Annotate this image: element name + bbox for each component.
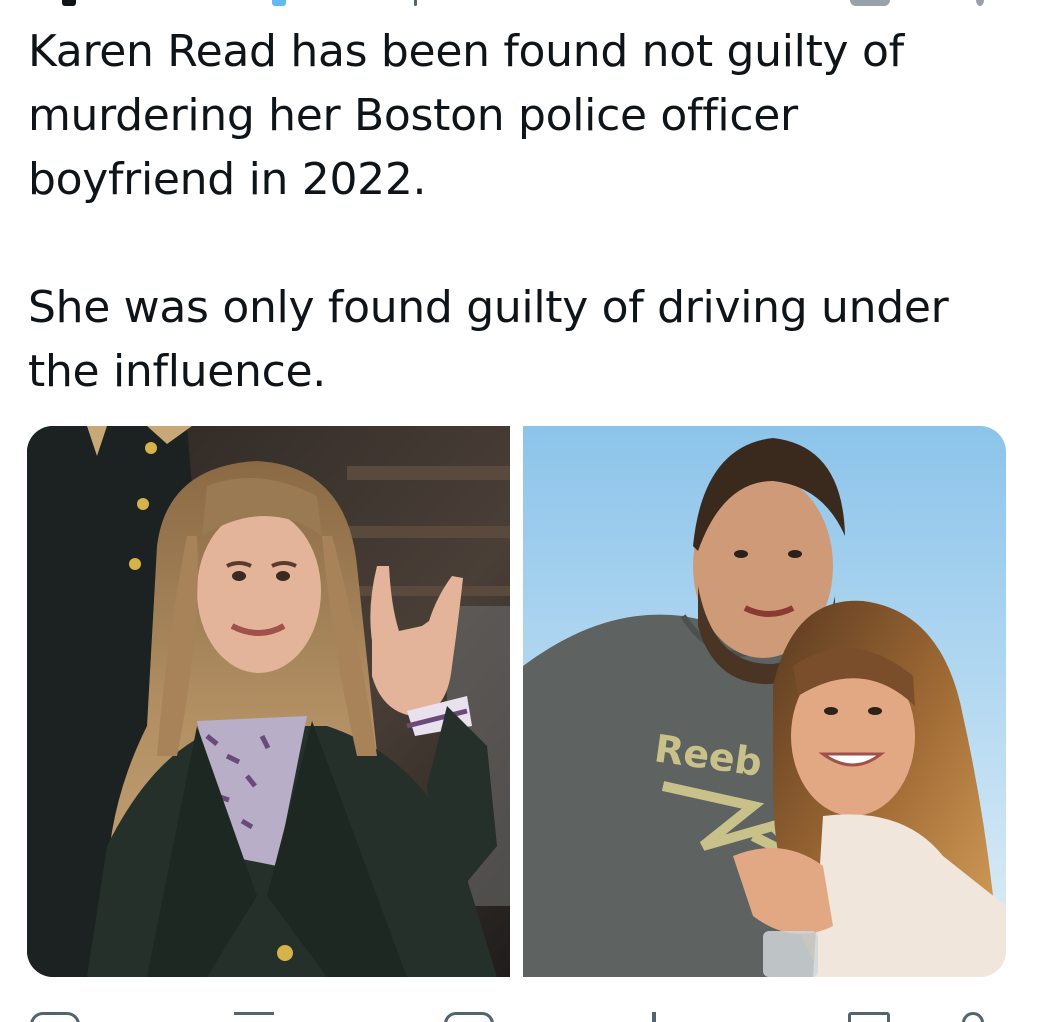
tweet-action-bar: [0, 1008, 1045, 1022]
more-options-icon[interactable]: [976, 0, 984, 6]
media-image-couple[interactable]: Reeb: [523, 426, 1006, 977]
views-icon[interactable]: [652, 1012, 656, 1022]
like-icon[interactable]: [444, 1012, 494, 1022]
tweet-paragraph: She was only found guilty of driving und…: [28, 282, 949, 397]
reply-icon[interactable]: [30, 1012, 80, 1022]
tweet-header-cropped: [0, 0, 1045, 14]
photo-couple-beach-icon: Reeb: [523, 426, 1006, 977]
photo-woman-courthouse-icon: [27, 426, 510, 977]
header-fragment: [62, 0, 76, 6]
media-image-woman[interactable]: [27, 426, 510, 977]
retweet-icon[interactable]: [234, 1012, 274, 1022]
media-grid: Reeb: [27, 426, 1006, 977]
verified-badge-icon: [272, 0, 286, 6]
header-fragment: [414, 0, 417, 6]
tweet-paragraph: Karen Read has been found not guilty of …: [28, 26, 904, 205]
grok-icon[interactable]: [850, 0, 890, 6]
share-icon[interactable]: [962, 1012, 984, 1022]
tweet-text: Karen Read has been found not guilty of …: [28, 20, 1008, 404]
bookmark-icon[interactable]: [848, 1012, 890, 1022]
